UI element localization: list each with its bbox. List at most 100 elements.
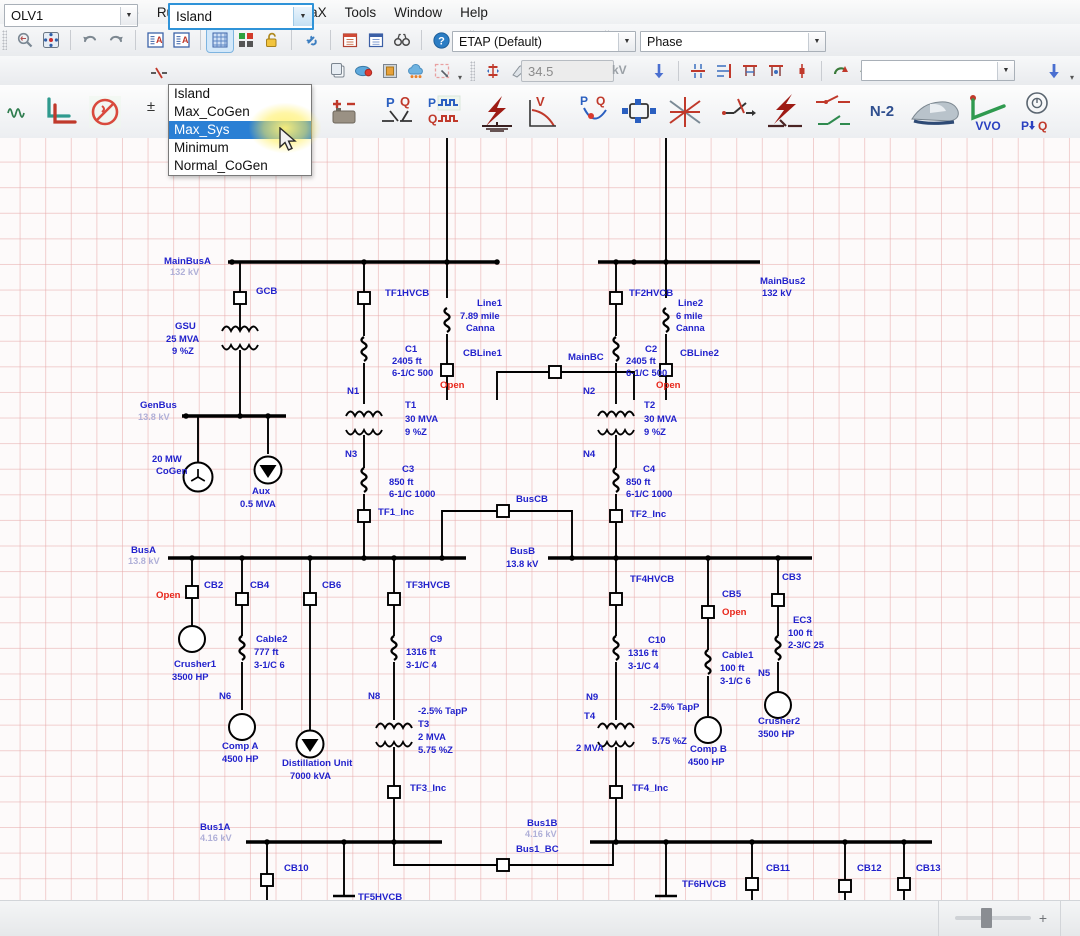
breaker-tf4hvcb[interactable]: TF4HVCB <box>610 558 674 636</box>
one-line-diagram-canvas[interactable]: Line1 7.89 mile Canna CBLine1 Open Line2… <box>0 138 1080 900</box>
study-case-dropdown-list[interactable]: Island Max_CoGen Max_Sys Minimum Normal_… <box>168 84 312 176</box>
olv-combo[interactable]: OLV1 ▼ <box>4 4 138 27</box>
move-nodes-icon[interactable] <box>38 28 64 52</box>
cable-c4[interactable]: C4 850 ft 6-1/C 1000 <box>614 464 673 510</box>
resize-symbol-icon[interactable] <box>789 59 815 83</box>
presentation-icon[interactable] <box>351 59 377 83</box>
breaker-cb10[interactable]: CB10 <box>261 842 309 900</box>
display-options-icon[interactable] <box>377 59 403 83</box>
zoom-slider-thumb[interactable] <box>981 908 992 928</box>
zoom-slider[interactable]: + <box>955 913 1047 923</box>
align-node-icon[interactable] <box>711 59 737 83</box>
menu-item-tools[interactable]: Tools <box>336 2 386 23</box>
load-aux[interactable]: Aux 0.5 MVA <box>240 416 282 509</box>
bus-busa[interactable]: BusA 13.8 kV <box>128 545 466 566</box>
breaker-gcb[interactable]: GCB <box>234 262 277 330</box>
transformer-t4[interactable]: -2.5% TapP T4 2 MVA 5.75 %Z <box>576 701 699 786</box>
dropdown-option-normal-cogen[interactable]: Normal_CoGen <box>169 157 311 175</box>
vvo-icon[interactable]: VVO <box>962 88 1014 136</box>
cable-cable2[interactable]: Cable2 777 ft 3-1/C 6 N6 <box>219 634 287 710</box>
toolbar-overflow-3[interactable]: ▾ <box>455 58 465 84</box>
breaker-tf3-inc[interactable]: TF3_Inc <box>388 783 447 842</box>
menu-item-help[interactable]: Help <box>451 2 497 23</box>
network-blocks-icon[interactable] <box>616 90 662 134</box>
transformer-gsu[interactable]: GSU 25 MVA 9 %Z <box>166 321 258 416</box>
breaker-mainbc[interactable]: MainBC <box>497 352 634 400</box>
pq-harmonics-icon[interactable]: PQ <box>420 90 466 134</box>
copy-diagram-icon[interactable] <box>325 59 351 83</box>
transformer-t3[interactable]: -2.5% TapP T3 2 MVA 5.75 %Z <box>376 705 467 786</box>
line1-branch[interactable]: Line1 7.89 mile Canna <box>445 138 503 370</box>
contingency-n2-label[interactable]: N-2 <box>858 90 906 134</box>
cable-c3[interactable]: C3 850 ft 6-1/C 1000 <box>362 464 436 510</box>
rotate-left-icon[interactable] <box>828 59 854 83</box>
breaker-cb13[interactable]: CB13 <box>898 842 941 900</box>
etap-config-combo[interactable]: ETAP (Default) ▼ <box>452 31 636 52</box>
breaker-cb5[interactable]: CB5 Open <box>702 558 747 650</box>
dropdown-option-max-cogen[interactable]: Max_CoGen <box>169 103 311 121</box>
zoom-find-icon[interactable] <box>12 28 38 52</box>
grid-toggle-icon[interactable] <box>207 28 233 52</box>
chevron-down-icon[interactable]: ▼ <box>808 33 825 51</box>
breaker-tf1hvcb[interactable]: TF1HVCB <box>358 262 429 336</box>
motor-comp-a[interactable]: Comp A 4500 HP <box>222 714 258 764</box>
breaker-tf5hvcb[interactable]: TF5HVCB <box>333 842 402 900</box>
cable-c2[interactable]: C2 2405 ft 6-1/C 500 N2 <box>583 337 667 404</box>
relay-coordination-icon[interactable] <box>810 88 858 136</box>
zoom-slider-track[interactable] <box>955 916 1031 920</box>
toolbar-gripper[interactable] <box>2 30 7 50</box>
line2-branch[interactable]: Line2 6 mile Canna <box>664 138 706 370</box>
breaker-cb12[interactable]: CB12 <box>839 842 882 900</box>
short-circuit-icon[interactable] <box>474 89 520 135</box>
breaker-tf6hvcb[interactable]: TF6HVCB <box>655 842 726 896</box>
switching-sequence-icon[interactable] <box>714 90 760 134</box>
optimal-power-flow-icon[interactable] <box>662 90 708 134</box>
bus-genbus[interactable]: GenBus 13.8 kV <box>138 400 286 422</box>
generator-cogen[interactable]: 20 MW CoGen <box>152 416 213 492</box>
unlock-icon[interactable] <box>259 28 285 52</box>
cable-ec3[interactable]: EC3 100 ft 2-3/C 25 N5 <box>758 615 824 696</box>
binoculars-icon[interactable] <box>389 28 415 52</box>
apply-down-icon[interactable] <box>1041 59 1067 83</box>
chevron-down-icon[interactable]: ▼ <box>997 62 1014 80</box>
align-bus-icon[interactable] <box>685 59 711 83</box>
secondary-combo[interactable]: ▼ <box>861 60 1015 81</box>
breaker-tf2-inc[interactable]: TF2_Inc <box>610 509 667 558</box>
star-protective-device-icon[interactable]: V <box>520 89 566 135</box>
help-icon[interactable]: ? <box>428 28 454 52</box>
pq-load-flow-icon[interactable]: PQ <box>376 90 420 134</box>
bus-bus1a[interactable]: Bus1A 4.16 kV <box>200 822 442 845</box>
expand-horizontal-icon[interactable] <box>737 59 763 83</box>
breaker-cb6[interactable]: CB6 <box>304 558 341 730</box>
motor-crusher1[interactable]: Crusher1 3500 HP <box>172 626 217 682</box>
chevron-down-icon[interactable]: ▼ <box>618 33 635 51</box>
toolbar-overflow-4[interactable]: ▾ <box>1067 58 1077 84</box>
one-line-mode-icon[interactable] <box>146 59 172 83</box>
kv-field[interactable]: 34.5 <box>521 60 614 82</box>
report-manager-alt-icon[interactable]: A <box>168 28 194 52</box>
breaker-cb4[interactable]: CB4 <box>236 558 270 636</box>
motor-comp-b[interactable]: Comp B 4500 HP <box>688 717 727 767</box>
dropdown-option-island[interactable]: Island <box>169 85 311 103</box>
undo-icon[interactable] <box>77 28 103 52</box>
motor-crusher2[interactable]: Crusher2 3500 HP <box>758 692 800 739</box>
study-case-combo[interactable]: Island ▼ <box>168 3 314 30</box>
bus-mainbusa[interactable]: MainBusA 132 kV <box>164 256 500 277</box>
status-colors-icon[interactable] <box>233 28 259 52</box>
transformer-t2[interactable]: T2 30 MVA 9 %Z N4 <box>583 400 677 468</box>
phase-combo[interactable]: Phase ▼ <box>640 31 826 52</box>
cable-cable1[interactable]: Cable1 100 ft 3-1/C 6 <box>706 650 755 716</box>
breaker-cbline1[interactable]: CBLine1 Open <box>440 348 503 400</box>
pq-dispatch-icon[interactable]: PQ <box>1014 88 1054 136</box>
transformer-t1[interactable]: T1 30 MVA 9 %Z N3 <box>345 400 438 468</box>
expand-vertical-icon[interactable] <box>763 59 789 83</box>
select-region-icon[interactable] <box>429 59 455 83</box>
link-icon[interactable] <box>298 28 324 52</box>
menu-item-window[interactable]: Window <box>385 2 451 23</box>
calendar-red-icon[interactable] <box>337 28 363 52</box>
cable-c1[interactable]: C1 2405 ft 6-1/C 500 N1 <box>347 337 433 404</box>
zoom-in-button[interactable]: + <box>1039 913 1047 923</box>
cloud-sync-icon[interactable] <box>403 59 429 83</box>
breaker-tf1-inc[interactable]: TF1_Inc <box>358 507 415 558</box>
transit-train-icon[interactable] <box>906 88 962 136</box>
